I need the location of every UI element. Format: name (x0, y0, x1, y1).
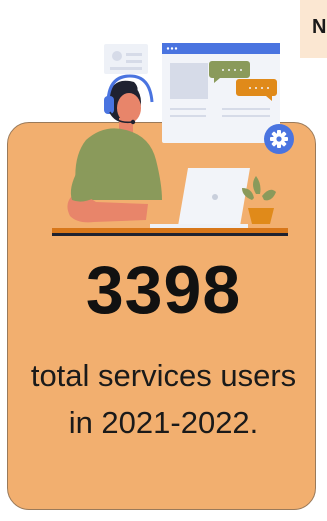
stat-caption: total services users in 2021-2022. (30, 358, 297, 440)
laptop-icon (150, 168, 250, 228)
person-figure (67, 80, 162, 223)
gear-icon (264, 124, 294, 154)
desk (52, 228, 288, 233)
desk-shadow (52, 233, 288, 236)
contact-card-icon (104, 44, 148, 74)
support-agent-illustration (52, 43, 294, 236)
stat-value: 3398 (85, 252, 242, 328)
